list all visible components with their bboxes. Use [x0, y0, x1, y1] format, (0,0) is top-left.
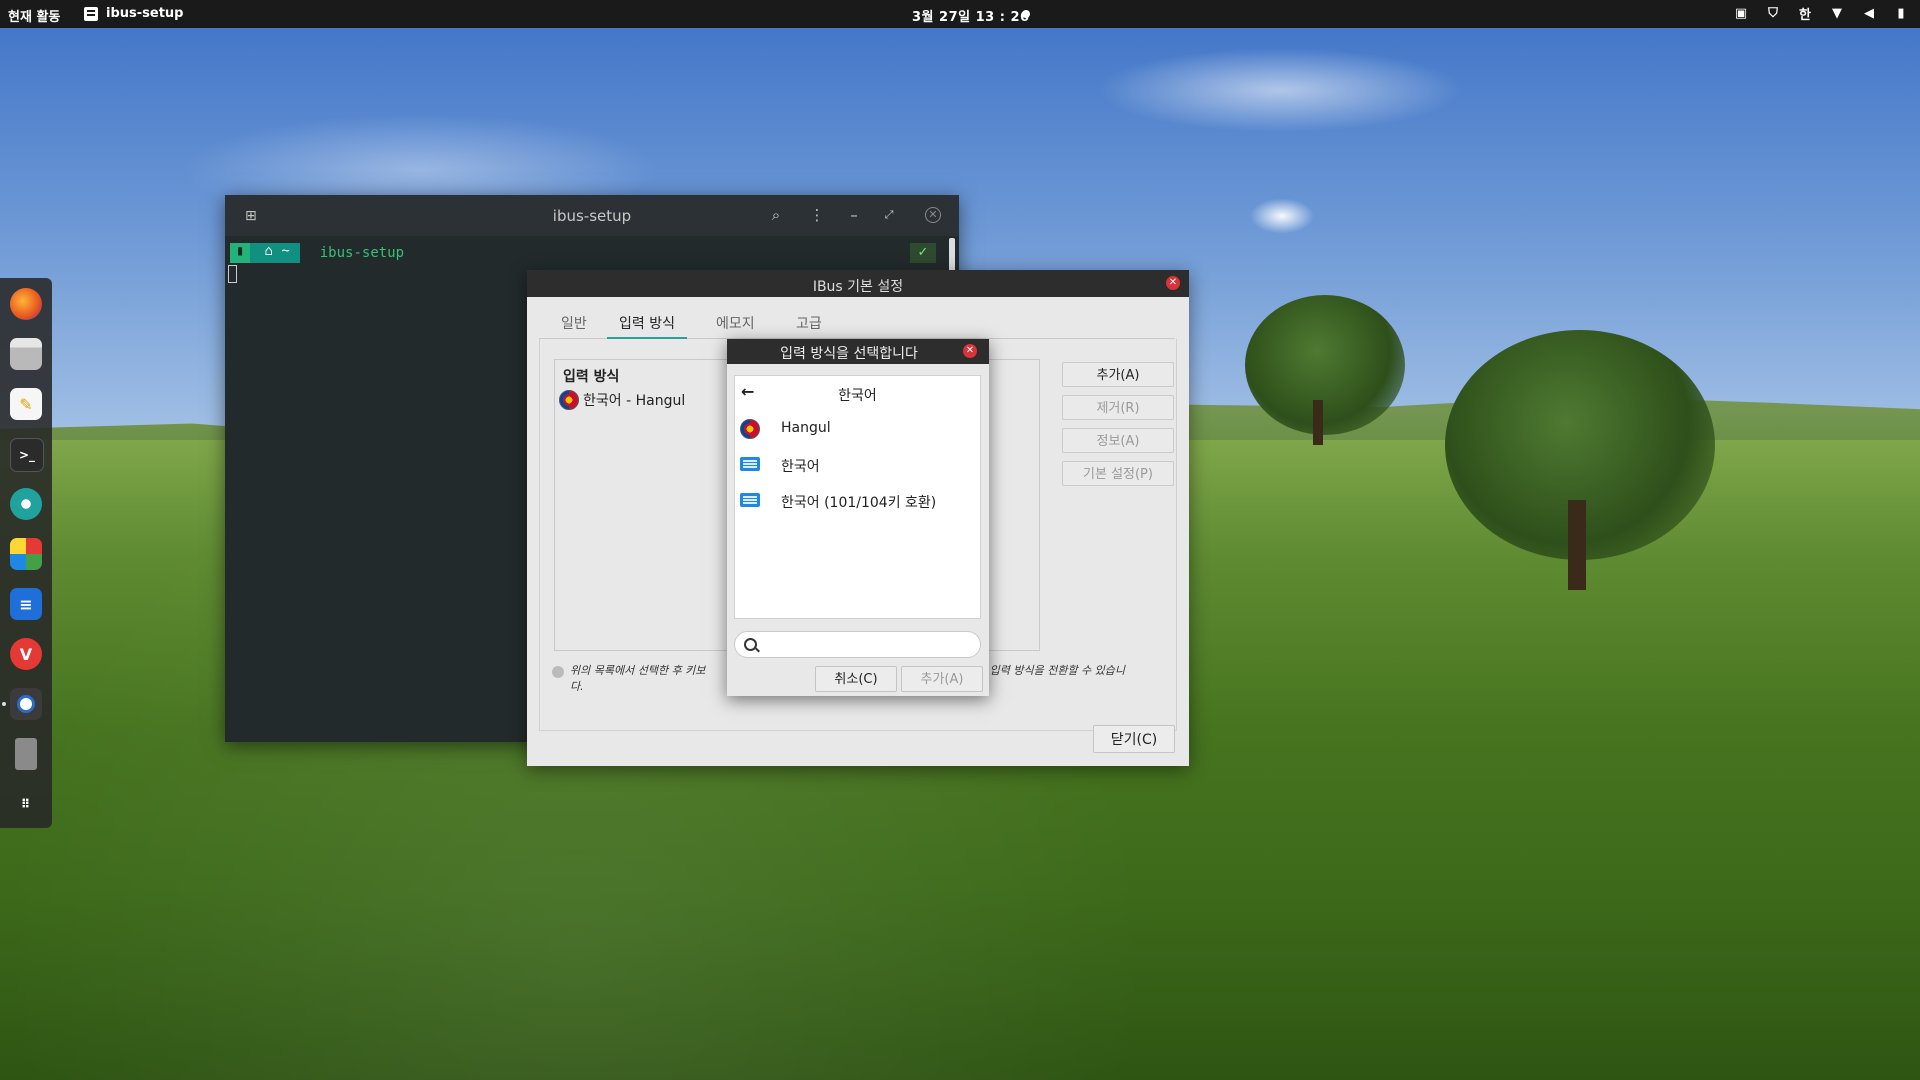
close-icon[interactable]: ✕ [925, 207, 941, 223]
photos-icon[interactable] [10, 488, 42, 520]
reader-icon[interactable]: ≡ [10, 588, 42, 620]
wallpaper-trunk-right [1568, 500, 1586, 590]
terminal-titlebar[interactable]: ⊞ ibus-setup ⌕ ⋮ – ⤢ ✕ [225, 195, 959, 236]
app-menu[interactable]: ibus-setup [84, 6, 183, 21]
chooser-close-icon[interactable]: ✕ [963, 344, 977, 358]
text-editor-icon[interactable]: ✎ [10, 388, 42, 420]
info-text-left: 위의 목록에서 선택한 후 키보 [570, 664, 706, 677]
list-item[interactable]: 한국어 [735, 447, 980, 481]
clock[interactable]: 3월 27일 13 : 26 [912, 6, 1030, 25]
chooser-add-button[interactable]: 추가(A) [901, 666, 983, 692]
prefs-close-icon[interactable]: ✕ [1166, 276, 1180, 290]
list-item-label: 한국어 - Hangul [583, 393, 686, 409]
software-center-icon[interactable] [10, 538, 42, 570]
firefox-icon[interactable] [10, 288, 42, 320]
minimize-icon[interactable]: – [843, 204, 865, 226]
maximize-icon[interactable]: ⤢ [878, 204, 900, 226]
list-item[interactable]: 한국어 (101/104키 호환) [735, 483, 980, 517]
chooser-list: ← 한국어 Hangul 한국어 한국어 (101/104키 호환) [734, 375, 981, 619]
prefs-title: IBus 기본 설정 [812, 279, 904, 295]
about-button[interactable]: 정보(A) [1062, 428, 1174, 453]
ibus-dot-icon [20, 698, 32, 710]
preferences-button[interactable]: 기본 설정(P) [1062, 461, 1174, 486]
prompt-dir: ~ [281, 243, 290, 259]
hangul-icon [559, 390, 579, 410]
keyboard-icon [740, 457, 760, 471]
trash-icon[interactable] [15, 738, 37, 770]
activities-button[interactable]: 현재 활동 [8, 6, 60, 25]
list-item[interactable]: 한국어 - Hangul [559, 390, 685, 410]
battery-icon[interactable]: ▮ [1894, 6, 1908, 21]
tab-emoji[interactable]: 에모지 [716, 313, 755, 337]
file-manager-icon[interactable] [10, 338, 42, 370]
show-apps-icon[interactable]: ⠿ [10, 788, 42, 820]
dock: ✎ >_ ≡ V ⠿ [0, 278, 52, 828]
terminal-cursor [228, 265, 237, 283]
add-button[interactable]: 추가(A) [1062, 362, 1174, 387]
search-field[interactable] [734, 631, 981, 658]
ibus-setup-icon[interactable] [10, 688, 42, 720]
chooser-titlebar[interactable]: 입력 방식을 선택합니다 ✕ [727, 339, 989, 364]
input-method-list-title: 입력 방식 [563, 369, 620, 385]
prefs-titlebar[interactable]: IBus 기본 설정 ✕ [527, 270, 1189, 297]
wifi-icon[interactable]: ▼ [1830, 6, 1844, 21]
wallpaper-trunk-left [1313, 400, 1323, 445]
terminal-icon[interactable]: >_ [10, 438, 44, 472]
terminal-prompt: ▮ ⌂ ~ ibus-setup [230, 243, 404, 263]
taeguk-icon [740, 419, 760, 439]
prompt-segment-os-icon: ▮ [230, 243, 251, 263]
shield-icon[interactable]: ⛉ [1766, 6, 1780, 21]
tab-input-method[interactable]: 입력 방식 [607, 313, 687, 340]
list-item[interactable]: Hangul [735, 411, 980, 445]
vivaldi-icon[interactable]: V [10, 638, 42, 670]
top-bar: 현재 활동 ibus-setup 3월 27일 13 : 26 ▣ ⛉ 한 ▼ … [0, 0, 1920, 28]
search-icon [744, 638, 757, 651]
prompt-segment-dir: ⌂ ~ [250, 243, 300, 263]
home-icon: ⌂ [264, 243, 273, 259]
cancel-button[interactable]: 취소(C) [815, 666, 897, 692]
info-icon [552, 666, 564, 678]
input-method-indicator[interactable]: 한 [1798, 4, 1812, 23]
volume-icon[interactable]: ◀ [1862, 6, 1876, 21]
keyboard-icon [740, 493, 760, 507]
info-text-wrap: 다. [570, 680, 584, 693]
notification-dot-icon [1022, 10, 1030, 18]
app-menu-label: ibus-setup [106, 6, 184, 21]
chooser-header-row[interactable]: ← 한국어 [735, 376, 980, 410]
input-method-chooser-dialog: 입력 방식을 선택합니다 ✕ ← 한국어 Hangul 한국어 한국어 (101… [727, 339, 989, 696]
info-text-right: 성 입력 방식을 전환할 수 있습니 [976, 664, 1126, 677]
close-button[interactable]: 닫기(C) [1093, 725, 1175, 753]
list-item-label: 한국어 [781, 459, 820, 475]
search-icon[interactable]: ⌕ [765, 204, 787, 226]
chooser-title: 입력 방식을 선택합니다 [780, 346, 918, 362]
system-tray: ▣ ⛉ 한 ▼ ◀ ▮ [1734, 4, 1908, 23]
tab-advanced[interactable]: 고급 [796, 313, 822, 337]
tab-general[interactable]: 일반 [561, 313, 587, 337]
search-input[interactable] [765, 635, 974, 656]
screen-share-icon[interactable]: ▣ [1734, 6, 1748, 21]
app-menu-icon [84, 6, 98, 21]
dock-running-indicator [2, 702, 6, 706]
prompt-command: ibus-setup [319, 245, 405, 261]
prefs-tabs: 일반 입력 방식 에모지 고급 [539, 310, 1175, 340]
chooser-header: 한국어 [838, 388, 877, 404]
remove-button[interactable]: 제거(R) [1062, 395, 1174, 420]
wallpaper-tree-left [1245, 295, 1405, 435]
list-item-label: 한국어 (101/104키 호환) [781, 495, 937, 511]
menu-icon[interactable]: ⋮ [806, 204, 828, 226]
status-check-icon: ✓ [910, 243, 936, 263]
list-item-label: Hangul [781, 420, 831, 436]
